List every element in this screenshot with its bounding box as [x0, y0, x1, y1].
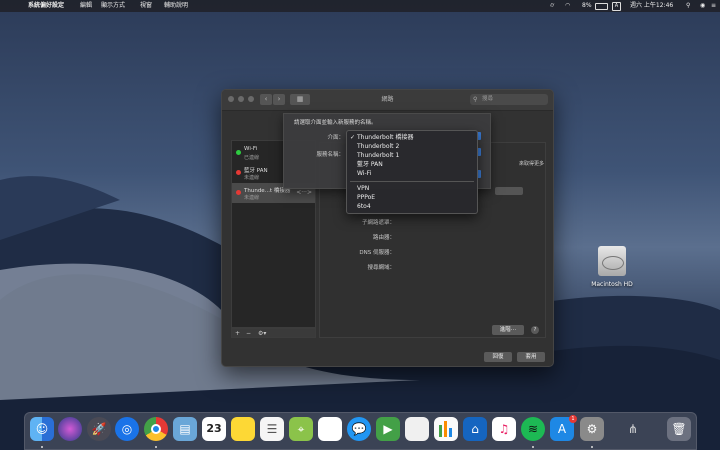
service-name: 藍牙 PAN — [244, 168, 268, 174]
configure-popup[interactable] — [495, 187, 523, 195]
menu-item-thunderbolt-bridge[interactable]: ✓ Thunderbolt 橋接器 — [347, 133, 477, 142]
partial-text: 來取得更多 — [519, 161, 545, 167]
keynote-icon[interactable] — [405, 417, 429, 441]
preview-icon[interactable]: ▤ — [173, 417, 197, 441]
menu-item-pppoe[interactable]: PPPoE — [347, 193, 477, 202]
airplay-icon[interactable]: ⌭ — [550, 0, 554, 12]
spotlight-icon[interactable]: ⚲ — [686, 0, 690, 12]
notes-icon[interactable] — [231, 417, 255, 441]
service-list-toolbar: + − ⚙▾ — [231, 328, 316, 338]
user-avatar-icon[interactable]: ◉ — [700, 0, 705, 12]
search-icon: ⚲ — [473, 96, 478, 103]
service-status: 已連線 — [244, 155, 260, 161]
calendar-day: 23 — [206, 422, 222, 435]
router-label: 路由器： — [372, 235, 395, 241]
interface-label: 介面： — [327, 135, 344, 141]
status-dot — [236, 190, 241, 195]
running-indicator — [532, 446, 534, 448]
menu-clock[interactable]: 週六 上午12:46 — [630, 0, 673, 12]
running-indicator — [155, 446, 157, 448]
hard-disk-icon[interactable] — [598, 246, 626, 276]
facetime-icon[interactable]: ▶ — [376, 417, 400, 441]
gear-menu-button[interactable]: ⚙▾ — [258, 329, 266, 338]
downloads-icon[interactable]: ⋔ — [621, 417, 645, 441]
advanced-button[interactable]: 進階⋯ — [492, 325, 524, 335]
search-placeholder: 搜尋 — [482, 96, 494, 102]
music-icon[interactable]: ♫ — [492, 417, 516, 441]
dns-server-label: DNS 伺服器： — [359, 250, 395, 256]
maps-icon[interactable]: ⌖ — [289, 417, 313, 441]
chrome-icon[interactable] — [144, 417, 168, 441]
appstore-badge: 1 — [569, 415, 577, 423]
status-dot — [236, 150, 241, 155]
trash-icon[interactable]: 🗑 — [667, 417, 691, 441]
menu-item-label: Thunderbolt 橋接器 — [357, 134, 414, 141]
hard-disk-label[interactable]: Macintosh HD — [580, 281, 644, 288]
input-source[interactable]: A — [612, 2, 621, 11]
help-button[interactable]: ? — [531, 326, 539, 334]
service-name-label: 服務名稱： — [316, 152, 344, 158]
remove-service-button[interactable]: − — [246, 329, 251, 338]
photos-icon[interactable]: ✿ — [318, 417, 342, 441]
messages-icon[interactable]: 💬 — [347, 417, 371, 441]
subnet-mask-label: 子網路遮罩： — [361, 220, 395, 226]
numbers-icon[interactable] — [434, 417, 458, 441]
status-dot — [236, 170, 241, 175]
running-indicator — [41, 446, 43, 448]
add-service-button[interactable]: + — [235, 329, 240, 338]
safari-icon[interactable]: ◎ — [115, 417, 139, 441]
wifi-icon[interactable]: ◠ — [565, 0, 570, 12]
battery-percent[interactable]: 8% — [582, 0, 592, 12]
service-name: Wi-Fi — [244, 146, 258, 152]
menu-edit[interactable]: 編輯 — [80, 0, 92, 12]
menu-item-thunderbolt-1[interactable]: Thunderbolt 1 — [347, 151, 477, 160]
siri-icon[interactable] — [58, 417, 82, 441]
checkmark-icon: ✓ — [350, 134, 356, 141]
menu-view[interactable]: 顯示方式 — [101, 0, 125, 12]
battery-icon[interactable] — [595, 3, 608, 10]
spotify-icon[interactable]: ≋ — [521, 417, 545, 441]
service-status: 未連線 — [244, 175, 260, 181]
menu-item-vpn[interactable]: VPN — [347, 184, 477, 193]
interface-dropdown-menu: ✓ Thunderbolt 橋接器 Thunderbolt 2 Thunderb… — [346, 130, 478, 214]
notification-center-icon[interactable]: ≡ — [711, 0, 716, 12]
menu-item-wifi[interactable]: Wi-Fi — [347, 169, 477, 178]
menu-separator — [350, 181, 474, 182]
menu-help[interactable]: 輔助說明 — [164, 0, 188, 12]
running-indicator — [591, 446, 593, 448]
menu-app-name[interactable]: 系統偏好設定 — [28, 0, 64, 12]
search-domains-label: 搜尋網域： — [367, 265, 395, 271]
apply-button[interactable]: 套用 — [517, 352, 545, 362]
menu-item-bluetooth-pan[interactable]: 藍牙 PAN — [347, 160, 477, 169]
menu-window[interactable]: 視窗 — [140, 0, 152, 12]
service-status: 未連線 — [244, 195, 260, 201]
reminders-icon[interactable]: ☰ — [260, 417, 284, 441]
keynote2-icon[interactable]: ⌂ — [463, 417, 487, 441]
revert-button[interactable]: 回復 — [484, 352, 512, 362]
bridge-arrows-icon: <···> — [296, 189, 312, 196]
search-input[interactable]: ⚲ 搜尋 — [470, 94, 548, 105]
launchpad-icon[interactable]: 🚀 — [87, 417, 111, 441]
menu-bar: 系統偏好設定 編輯 顯示方式 視窗 輔助說明 ⌭ ◠ 8% A 週六 上午12:… — [0, 0, 720, 12]
menu-item-6to4[interactable]: 6to4 — [347, 202, 477, 211]
calendar-icon[interactable]: 23 — [202, 417, 226, 441]
title-bar: ‹ › ▦ 網路 ⚲ 搜尋 — [222, 90, 553, 111]
finder-icon[interactable]: ☺ — [30, 417, 54, 441]
menu-item-thunderbolt-2[interactable]: Thunderbolt 2 — [347, 142, 477, 151]
system-preferences-icon[interactable]: ⚙ — [580, 417, 604, 441]
sheet-prompt: 請選取介面並輸入新服務的名稱。 — [294, 120, 377, 126]
